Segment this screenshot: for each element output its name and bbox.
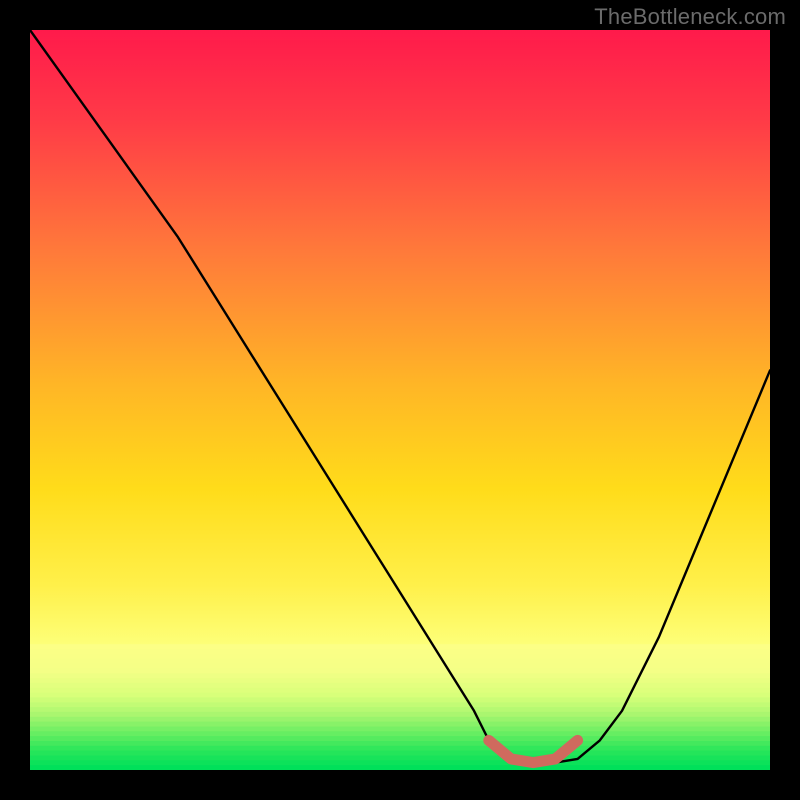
attribution-label: TheBottleneck.com — [594, 4, 786, 30]
bottom-color-bands — [30, 644, 770, 770]
plot-area — [30, 30, 770, 770]
chart-frame: TheBottleneck.com — [0, 0, 800, 800]
bottleneck-chart — [30, 30, 770, 770]
